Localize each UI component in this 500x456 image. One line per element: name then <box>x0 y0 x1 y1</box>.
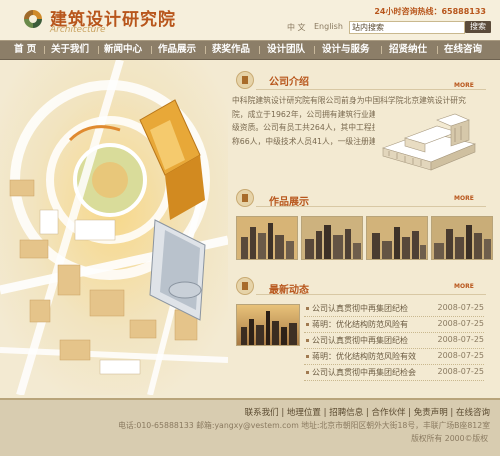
site-subtitle: Architecture <box>50 25 106 35</box>
nav-separator <box>381 46 382 54</box>
divider <box>256 89 486 90</box>
logo-icon <box>24 10 42 28</box>
nav-separator <box>205 46 206 54</box>
nav-separator <box>259 46 260 54</box>
news-item-date: 2008-07-25 <box>437 351 485 360</box>
nav-separator <box>151 46 152 54</box>
nav-separator <box>314 46 315 54</box>
footer: 联系我们 | 地理位置 | 招聘信息 | 合作伙伴 | 免责声明 | 在线咨询 … <box>0 398 500 456</box>
news-item[interactable]: 蒋明：优化结构防范风险有效 2008-07-25 <box>304 350 484 365</box>
nav-services[interactable]: 设计与服务 <box>322 41 370 59</box>
bullet-icon <box>306 339 309 342</box>
news-item-title[interactable]: 公司认真贯彻中再集团纪检 <box>312 303 408 314</box>
nav-awards[interactable]: 获奖作品 <box>212 41 250 59</box>
news-photo <box>236 304 300 346</box>
footer-copyright: 版权所有 2000©版权 <box>411 434 488 443</box>
news-item[interactable]: 公司认真贯彻中再集团纪检 2008-07-25 <box>304 302 484 317</box>
work-thumbnail[interactable] <box>236 216 298 260</box>
header: 建筑设计研究院 Architecture 24小时咨询热线：65888133 中… <box>0 0 500 40</box>
search-button[interactable]: 搜索 <box>465 21 491 33</box>
news-item-date: 2008-07-25 <box>437 303 485 312</box>
building-image <box>375 110 483 172</box>
works-section-icon <box>236 189 254 207</box>
work-thumbnail[interactable] <box>366 216 428 260</box>
work-thumbnail[interactable] <box>431 216 493 260</box>
works-more-link[interactable]: MORE <box>454 195 474 202</box>
nav-home[interactable]: 首 页 <box>14 41 36 59</box>
lang-english-link[interactable]: English <box>314 22 343 31</box>
news-item-title[interactable]: 公司认真贯彻中再集团纪检会 <box>312 367 416 378</box>
search-input[interactable] <box>349 21 465 34</box>
news-item-date: 2008-07-25 <box>437 319 485 328</box>
nav-careers[interactable]: 招贤纳仕 <box>389 41 427 59</box>
nav-separator <box>437 46 438 54</box>
intro-section-icon <box>236 71 254 89</box>
main-nav: 首 页 关于我们 新闻中心 作品展示 获奖作品 设计团队 设计与服务 招贤纳仕 … <box>0 40 500 60</box>
lang-chinese-link[interactable]: 中 文 <box>287 22 306 33</box>
divider <box>256 294 486 295</box>
news-item-title[interactable]: 蒋明：优化结构防范风险有效 <box>312 351 416 362</box>
news-item-title[interactable]: 公司认真贯彻中再集团纪检 <box>312 335 408 346</box>
nav-team[interactable]: 设计团队 <box>267 41 305 59</box>
bullet-icon <box>306 323 309 326</box>
hero-illustration <box>0 60 228 395</box>
news-section-icon <box>236 277 254 295</box>
bullet-icon <box>306 307 309 310</box>
nav-about[interactable]: 关于我们 <box>51 41 89 59</box>
news-item[interactable]: 公司认真贯彻中再集团纪检 2008-07-25 <box>304 334 484 349</box>
intro-more-link[interactable]: MORE <box>454 82 474 89</box>
news-item-date: 2008-07-25 <box>437 367 485 376</box>
divider <box>256 206 486 207</box>
intro-section-title: 公司介绍 <box>269 77 309 88</box>
work-thumbnail[interactable] <box>301 216 363 260</box>
news-item-title[interactable]: 蒋明：优化结构防范风险有 <box>312 319 408 330</box>
news-more-link[interactable]: MORE <box>454 283 474 290</box>
nav-consult[interactable]: 在线咨询 <box>444 41 482 59</box>
news-item[interactable]: 公司认真贯彻中再集团纪检会 2008-07-25 <box>304 366 484 381</box>
bullet-icon <box>306 371 309 374</box>
nav-separator <box>98 46 99 54</box>
nav-separator <box>44 46 45 54</box>
hotline: 24小时咨询热线：65888133 <box>374 7 486 16</box>
footer-contact: 电话:010-65888133 邮箱:yangxy@vestem.com 地址:… <box>118 421 490 430</box>
nav-works[interactable]: 作品展示 <box>158 41 196 59</box>
footer-links[interactable]: 联系我们 | 地理位置 | 招聘信息 | 合作伙伴 | 免责声明 | 在线咨询 <box>245 406 490 418</box>
nav-news[interactable]: 新闻中心 <box>104 41 142 59</box>
bullet-icon <box>306 355 309 358</box>
news-item-date: 2008-07-25 <box>437 335 485 344</box>
news-item[interactable]: 蒋明：优化结构防范风险有 2008-07-25 <box>304 318 484 333</box>
